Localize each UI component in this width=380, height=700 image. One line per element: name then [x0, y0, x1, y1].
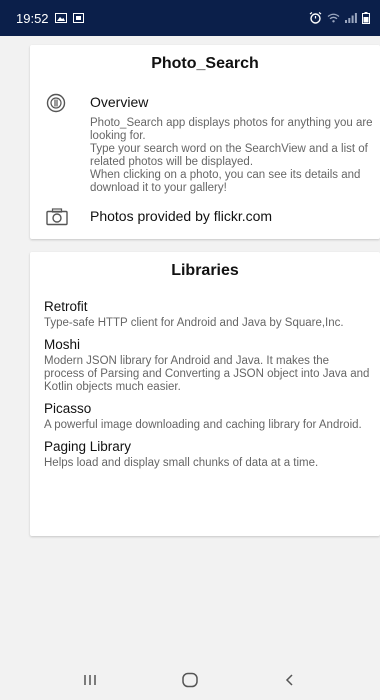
libraries-card: Libraries Retrofit Type-safe HTTP client… — [30, 252, 380, 536]
status-left: 19:52 — [16, 11, 84, 26]
recents-button[interactable] — [70, 668, 110, 696]
library-name: Paging Library — [44, 439, 132, 454]
provider-text: Photos provided by flickr.com — [90, 208, 273, 224]
battery-icon — [362, 12, 370, 24]
library-item: Retrofit Type-safe HTTP client for Andro… — [44, 298, 372, 330]
status-right — [309, 12, 370, 24]
notification-icon — [72, 13, 84, 23]
library-description: Type-safe HTTP client for Android and Ja… — [44, 317, 344, 329]
back-icon — [284, 673, 296, 692]
overview-title: Overview — [90, 94, 149, 110]
image-icon — [54, 13, 67, 23]
wifi-icon — [327, 13, 340, 23]
alarm-icon — [309, 12, 322, 24]
status-time: 19:52 — [16, 10, 49, 26]
library-description: Helps load and display small chunks of d… — [44, 457, 319, 469]
status-bar: 19:52 — [0, 0, 380, 36]
overview-text: Photo_Search app displays photos for any… — [90, 117, 373, 194]
library-description: A powerful image downloading and caching… — [44, 419, 362, 431]
library-item: Moshi Modern JSON library for Android an… — [44, 336, 372, 394]
libraries-title: Libraries — [171, 262, 239, 279]
library-item: Paging Library Helps load and display sm… — [44, 438, 372, 470]
library-name: Moshi — [44, 337, 81, 352]
recents-icon — [82, 673, 98, 692]
info-icon — [46, 93, 66, 113]
home-button[interactable] — [170, 668, 210, 696]
library-name: Retrofit — [44, 299, 88, 314]
library-name: Picasso — [44, 401, 92, 416]
app-title: Photo_Search — [151, 55, 259, 72]
libraries-list: Retrofit Type-safe HTTP client for Andro… — [44, 298, 372, 476]
back-button[interactable] — [270, 668, 310, 696]
library-item: Picasso A powerful image downloading and… — [44, 400, 372, 432]
library-description: Modern JSON library for Android and Java… — [44, 355, 370, 393]
navigation-bar — [0, 664, 380, 700]
camera-icon — [46, 208, 68, 226]
signal-icon — [345, 13, 357, 23]
about-card: Photo_Search Overview Photo_Search app d… — [30, 45, 380, 239]
home-icon — [181, 672, 199, 693]
